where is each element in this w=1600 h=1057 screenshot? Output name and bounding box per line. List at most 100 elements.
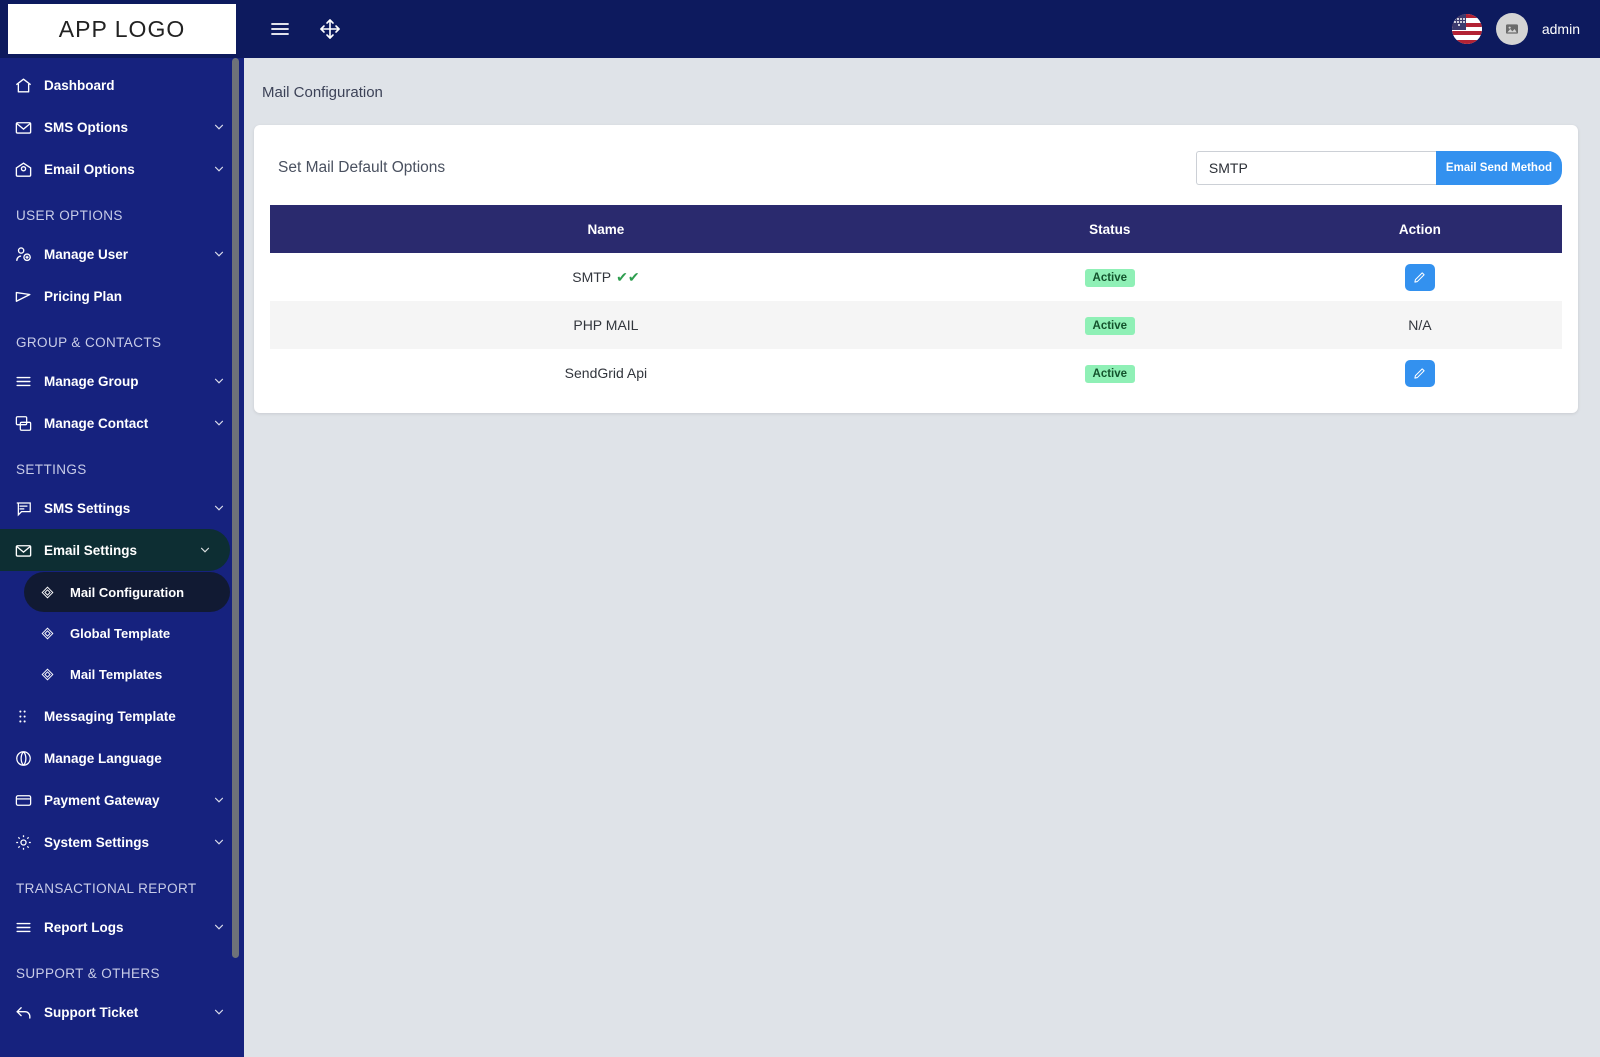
cell-name: SendGrid Api xyxy=(270,349,942,397)
cell-action: N/A xyxy=(1277,301,1562,349)
cell-action xyxy=(1277,253,1562,301)
sidebar-item-dashboard[interactable]: Dashboard xyxy=(0,64,244,106)
sidebar-subitem-mail-templates[interactable]: Mail Templates xyxy=(24,654,230,694)
sidebar-section-user-options: USER OPTIONS xyxy=(16,208,123,223)
status-badge: Active xyxy=(1084,268,1136,287)
sidebar-section-group-contacts: GROUP & CONTACTS xyxy=(16,335,162,350)
chevron-down-icon xyxy=(198,543,212,557)
table-row: PHP MAIL Active N/A xyxy=(270,301,1562,349)
column-header-name: Name xyxy=(270,205,942,253)
reply-arrow-icon xyxy=(14,1003,44,1022)
sidebar-item-sms-options[interactable]: SMS Options xyxy=(0,106,244,148)
cell-status: Active xyxy=(941,253,1278,301)
sidebar-scroll-area: Dashboard SMS Options Email Options USER… xyxy=(0,58,244,1033)
user-add-icon xyxy=(14,245,44,264)
sidebar-item-label: Manage User xyxy=(44,246,129,262)
avatar[interactable] xyxy=(1495,13,1528,45)
cell-status: Active xyxy=(941,349,1278,397)
image-placeholder-icon xyxy=(1505,24,1518,34)
card-header: Set Mail Default Options Email Send Meth… xyxy=(270,143,1562,205)
sidebar-item-email-options[interactable]: Email Options xyxy=(0,148,244,190)
diamond-icon xyxy=(40,667,70,682)
move-arrows-icon[interactable] xyxy=(318,17,342,41)
sidebar-item-label: Manage Language xyxy=(44,750,162,766)
sidebar-subitem-label: Mail Configuration xyxy=(70,584,185,600)
sidebar-item-label: SMS Options xyxy=(44,119,128,135)
method-name: PHP MAIL xyxy=(573,317,639,333)
edit-button[interactable] xyxy=(1404,263,1435,291)
sidebar-item-label: Dashboard xyxy=(44,77,115,93)
sidebar-subitem-mail-configuration[interactable]: Mail Configuration xyxy=(24,572,230,612)
us-flag-icon[interactable] xyxy=(1451,14,1482,44)
column-header-status: Status xyxy=(941,205,1278,253)
cell-status: Active xyxy=(941,301,1278,349)
sidebar-item-label: Email Options xyxy=(44,161,135,177)
card-title: Set Mail Default Options xyxy=(278,159,446,176)
chat-bubble-icon xyxy=(14,499,44,518)
sidebar-item-report-logs[interactable]: Report Logs xyxy=(0,906,244,948)
sidebar-subitem-label: Global Template xyxy=(70,625,171,641)
status-badge: Active xyxy=(1084,316,1136,335)
cell-action xyxy=(1277,349,1562,397)
table-head: Name Status Action xyxy=(270,205,1562,253)
sidebar-subitem-global-template[interactable]: Global Template xyxy=(24,613,230,653)
sidebar-item-support-ticket[interactable]: Support Ticket xyxy=(0,991,244,1033)
sidebar: Dashboard SMS Options Email Options USER… xyxy=(0,58,244,1057)
home-icon xyxy=(14,76,44,95)
sidebar-section-transactional-report: TRANSACTIONAL REPORT xyxy=(16,881,197,896)
envelope-icon xyxy=(14,541,44,560)
sidebar-item-messaging-template[interactable]: Messaging Template xyxy=(0,695,244,737)
table-header-row: Name Status Action xyxy=(270,205,1562,253)
sidebar-item-label: Support Ticket xyxy=(44,1004,139,1020)
sidebar-item-label: Pricing Plan xyxy=(44,288,123,304)
username-label: admin xyxy=(1541,21,1580,37)
gear-icon xyxy=(14,833,44,852)
sidebar-item-email-settings[interactable]: Email Settings xyxy=(0,529,230,571)
sidebar-item-manage-contact[interactable]: Manage Contact xyxy=(0,402,244,444)
sidebar-item-label: Manage Group xyxy=(44,373,139,389)
sidebar-item-label: Messaging Template xyxy=(44,708,176,724)
sidebar-item-manage-user[interactable]: Manage User xyxy=(0,233,244,275)
email-send-method-group: Email Send Method xyxy=(1195,151,1562,185)
topbar-icon-group xyxy=(268,17,342,41)
topbar: APP LOGO admin xyxy=(0,0,1600,58)
grid-dots-icon xyxy=(14,708,44,725)
cell-name: SMTP ✔✔ xyxy=(270,253,942,301)
chevron-down-icon xyxy=(212,920,226,934)
app-logo[interactable]: APP LOGO xyxy=(8,4,236,54)
breadcrumb: Mail Configuration xyxy=(262,84,383,101)
pencil-icon xyxy=(1414,367,1425,379)
envelope-icon xyxy=(14,118,44,137)
globe-icon xyxy=(14,749,44,768)
app-logo-text: APP LOGO xyxy=(58,15,186,42)
sidebar-item-payment-gateway[interactable]: Payment Gateway xyxy=(0,779,244,821)
sidebar-section-support-others: SUPPORT & OTHERS xyxy=(16,966,160,981)
hamburger-menu-icon[interactable] xyxy=(268,17,292,41)
edit-button[interactable] xyxy=(1404,359,1435,387)
column-header-action: Action xyxy=(1277,205,1562,253)
chevron-down-icon xyxy=(212,793,226,807)
chevron-down-icon xyxy=(212,162,226,176)
sidebar-item-system-settings[interactable]: System Settings xyxy=(0,821,244,863)
sidebar-item-label: Manage Contact xyxy=(44,415,149,431)
credit-card-icon xyxy=(14,791,44,810)
table-row: SMTP ✔✔ Active xyxy=(270,253,1562,301)
sidebar-item-label: System Settings xyxy=(44,834,150,850)
chevron-down-icon xyxy=(212,416,226,430)
list-lines-icon xyxy=(14,918,44,937)
pencil-icon xyxy=(1414,271,1425,283)
mail-method-input[interactable] xyxy=(1195,151,1436,185)
action-na-text: N/A xyxy=(1408,317,1432,333)
diamond-icon xyxy=(40,626,70,641)
sidebar-item-pricing-plan[interactable]: Pricing Plan xyxy=(0,275,244,317)
contact-card-icon xyxy=(14,414,44,433)
send-plane-icon xyxy=(14,287,44,306)
email-send-method-button[interactable]: Email Send Method xyxy=(1435,151,1562,185)
main-content: Mail Configuration Set Mail Default Opti… xyxy=(244,58,1600,1057)
sidebar-item-manage-language[interactable]: Manage Language xyxy=(0,737,244,779)
sidebar-subitem-label: Mail Templates xyxy=(70,666,163,682)
sidebar-item-manage-group[interactable]: Manage Group xyxy=(0,360,244,402)
sidebar-item-sms-settings[interactable]: SMS Settings xyxy=(0,487,244,529)
table-row: SendGrid Api Active xyxy=(270,349,1562,397)
status-badge: Active xyxy=(1084,364,1136,383)
